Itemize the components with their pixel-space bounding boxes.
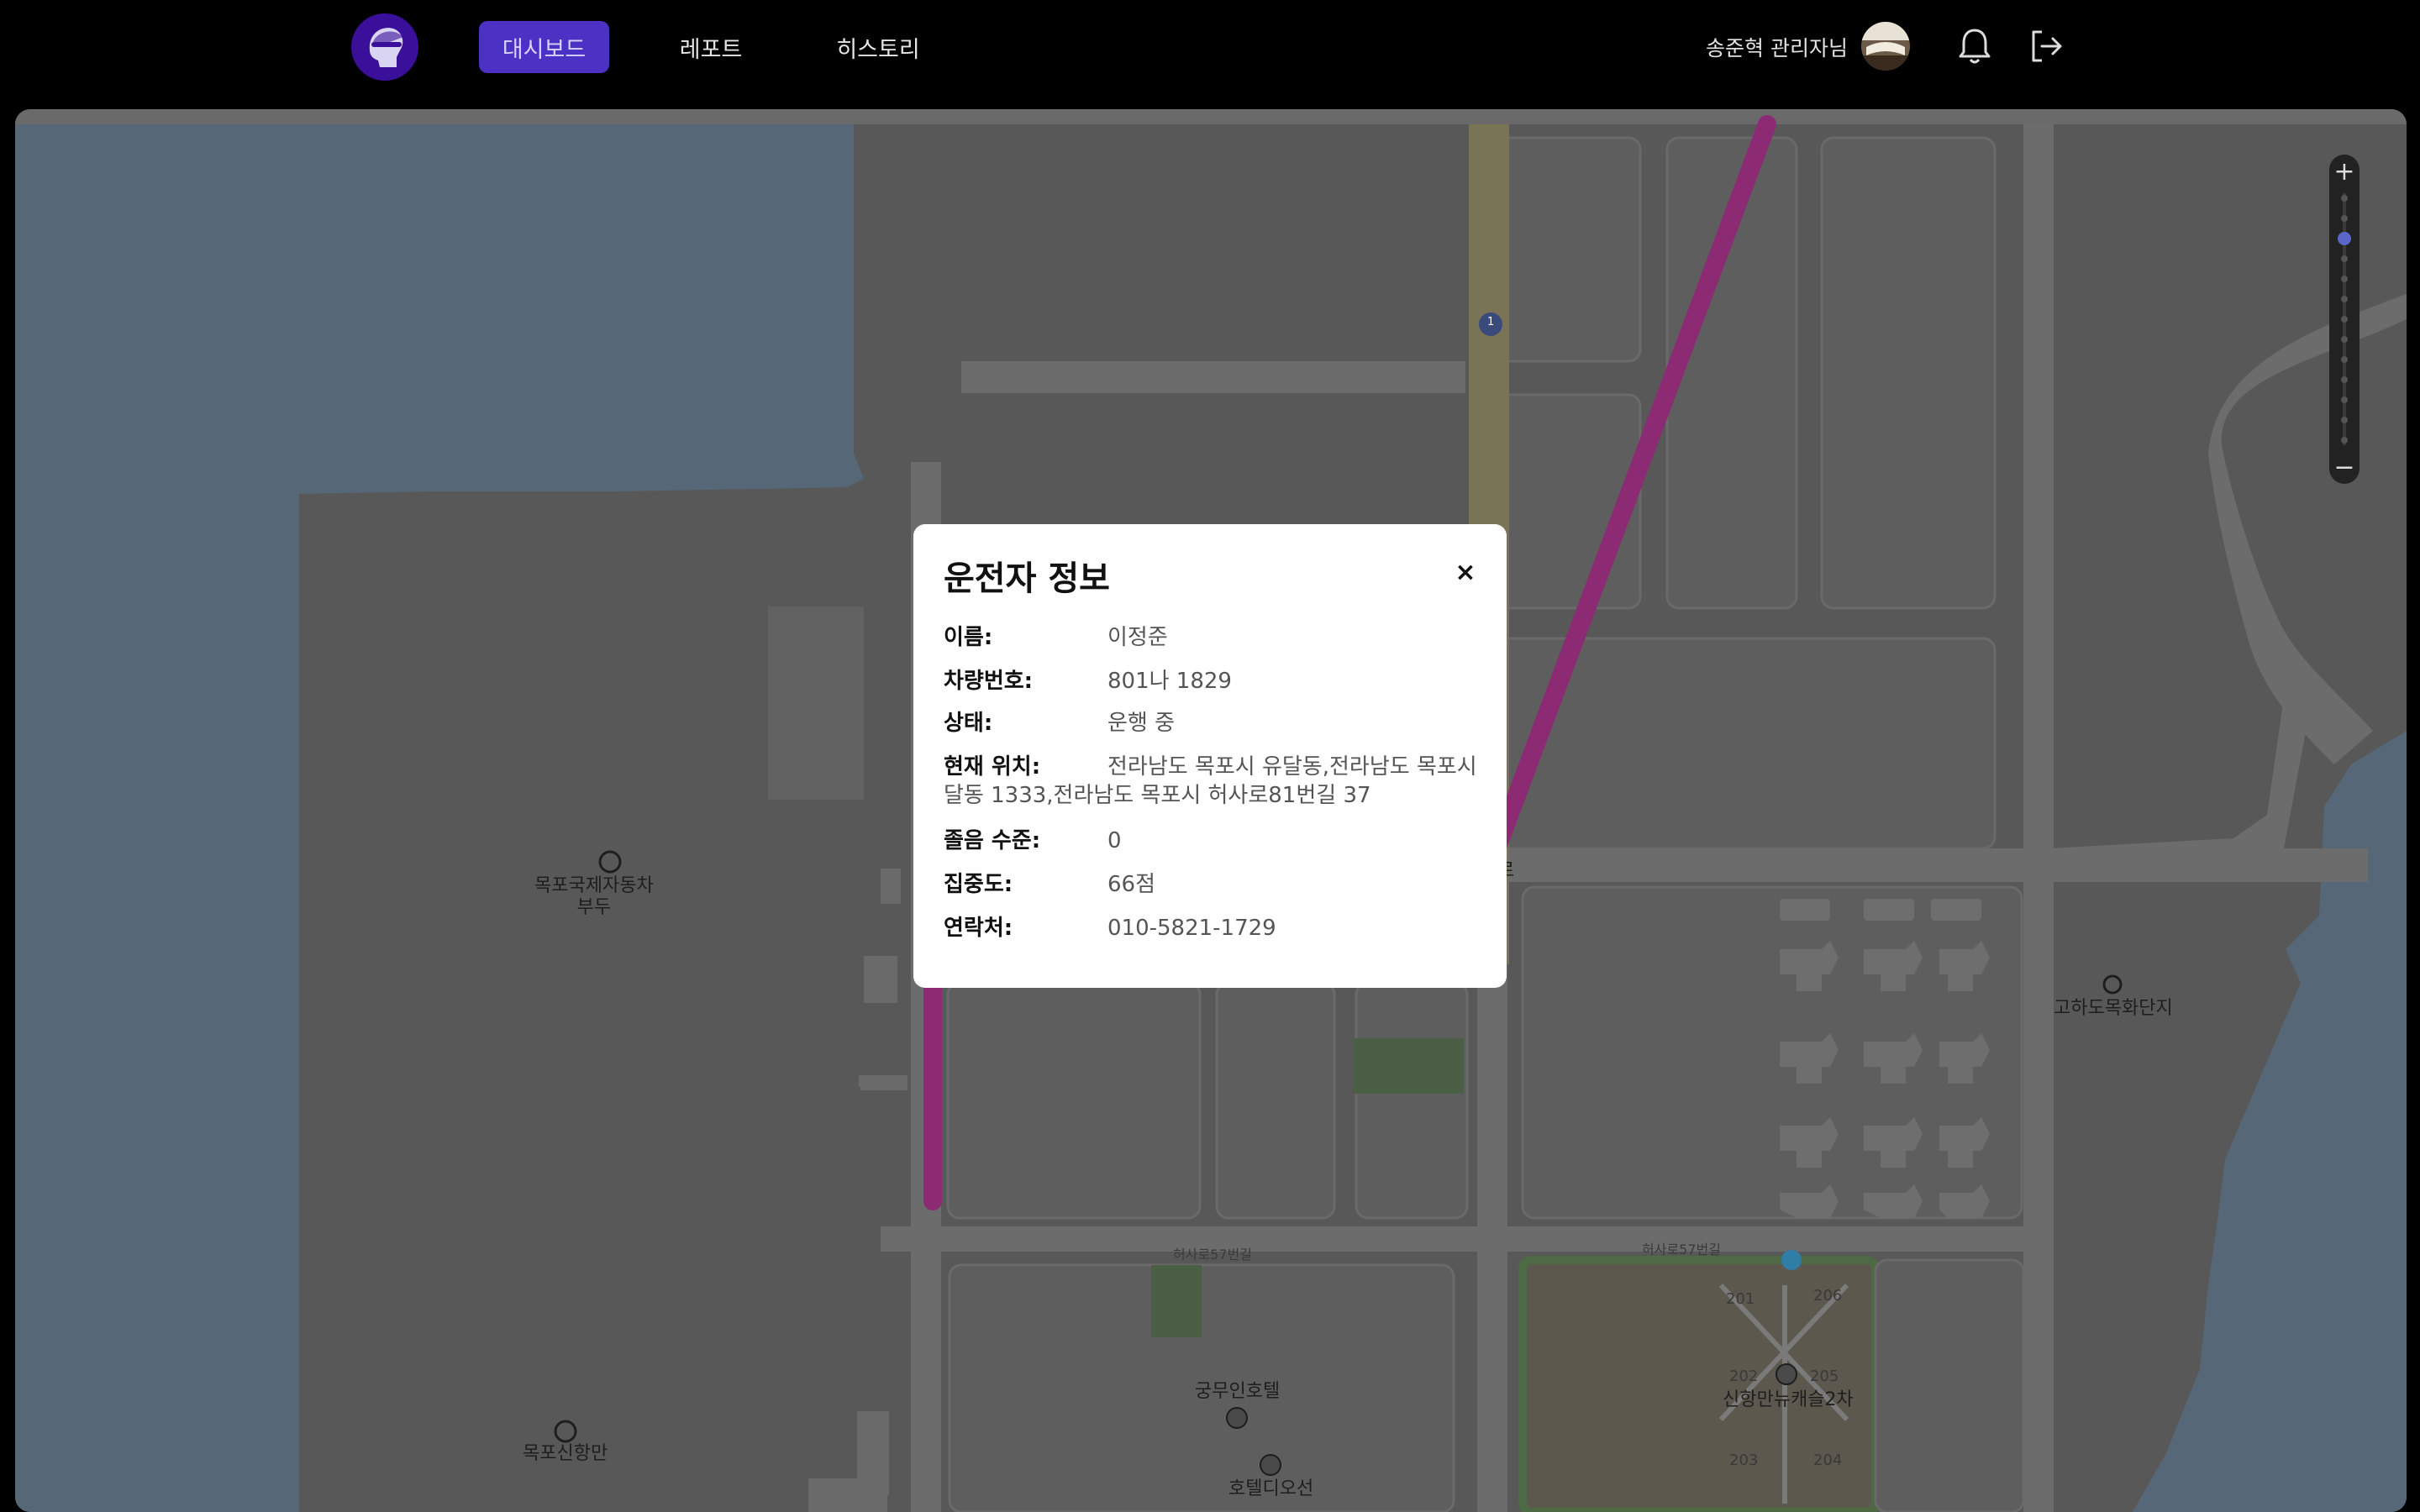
user-name: 송준혁 관리자님 (1706, 36, 1848, 60)
label-hotel2: 호텔디오선 (1228, 1478, 1314, 1499)
label-bldg-201: 201 (1726, 1290, 1755, 1308)
modal-title: 운전자 정보 (944, 559, 1110, 598)
field-status: 상태: 운행 중 (944, 709, 1481, 738)
label-bldg-205: 205 (1810, 1368, 1839, 1385)
zoom-slider[interactable] (2329, 188, 2360, 450)
field-contact-value: 010-5821-1729 (1107, 916, 1276, 941)
field-name: 이름: 이정준 (944, 623, 1481, 652)
field-name-value: 이정준 (1107, 625, 1168, 650)
field-focus: 집중도: 66점 (944, 870, 1481, 899)
field-plate: 차량번호: 801나 1829 (944, 667, 1481, 696)
label-bldg-202: 202 (1729, 1368, 1759, 1385)
field-drowsiness-value: 0 (1107, 828, 1122, 853)
label-complex: 고하도목화단지 (2054, 998, 2173, 1019)
field-drowsiness: 졸음 수준: 0 (944, 827, 1481, 855)
avatar[interactable] (1861, 22, 1910, 71)
field-location-label: 현재 위치: (944, 754, 1041, 780)
label-pier: 목포국제자동차 부두 (534, 875, 654, 918)
label-road-number: 1 (1487, 316, 1495, 328)
field-focus-label: 집중도: (944, 872, 1013, 897)
top-navigation-bar: 대시보드 레포트 히스토리 송준혁 관리자님 (0, 0, 2420, 109)
label-apartment: 신항만뉴캐슬2차 (1723, 1389, 1854, 1410)
label-port: 목포신항만 (523, 1443, 608, 1464)
field-status-label: 상태: (944, 711, 993, 736)
field-location: 현재 위치: 전라남도 목포시 유달동,전라남도 목포시 달동 1333,전라남도… (944, 753, 1481, 810)
nav-report[interactable]: 레포트 (664, 21, 758, 73)
field-focus-value: 66점 (1107, 872, 1156, 897)
field-plate-value: 801나 1829 (1107, 669, 1232, 694)
field-drowsiness-label: 졸음 수준: (944, 828, 1041, 853)
field-contact-label: 연락처: (944, 916, 1013, 941)
bell-icon[interactable] (1956, 27, 1993, 66)
label-bldg-206: 206 (1813, 1287, 1843, 1305)
nav-history[interactable]: 히스토리 (823, 21, 933, 73)
nav-dashboard[interactable]: 대시보드 (479, 21, 609, 73)
zoom-out-button[interactable]: − (2329, 450, 2360, 484)
zoom-in-button[interactable]: + (2329, 155, 2360, 188)
label-street-1: 허사로57번길 (1173, 1247, 1252, 1263)
driver-info-modal: 운전자 정보 × 이름: 이정준 차량번호: 801나 1829 상태: 운행 중 현… (913, 524, 1507, 988)
label-hotel1: 궁무인호텔 (1195, 1381, 1281, 1402)
logout-icon[interactable] (2027, 27, 2065, 66)
field-status-value: 운행 중 (1107, 711, 1176, 736)
label-bldg-203: 203 (1729, 1452, 1759, 1469)
label-bldg-204: 204 (1813, 1452, 1843, 1469)
field-name-label: 이름: (944, 625, 993, 650)
app-logo-icon[interactable] (351, 13, 418, 81)
field-plate-label: 차량번호: (944, 669, 1034, 694)
close-icon[interactable]: × (1451, 558, 1480, 587)
field-contact: 연락처: 010-5821-1729 (944, 914, 1481, 942)
zoom-control[interactable]: + − (2329, 155, 2360, 484)
label-street-2: 허사로57번길 (1642, 1242, 1721, 1257)
